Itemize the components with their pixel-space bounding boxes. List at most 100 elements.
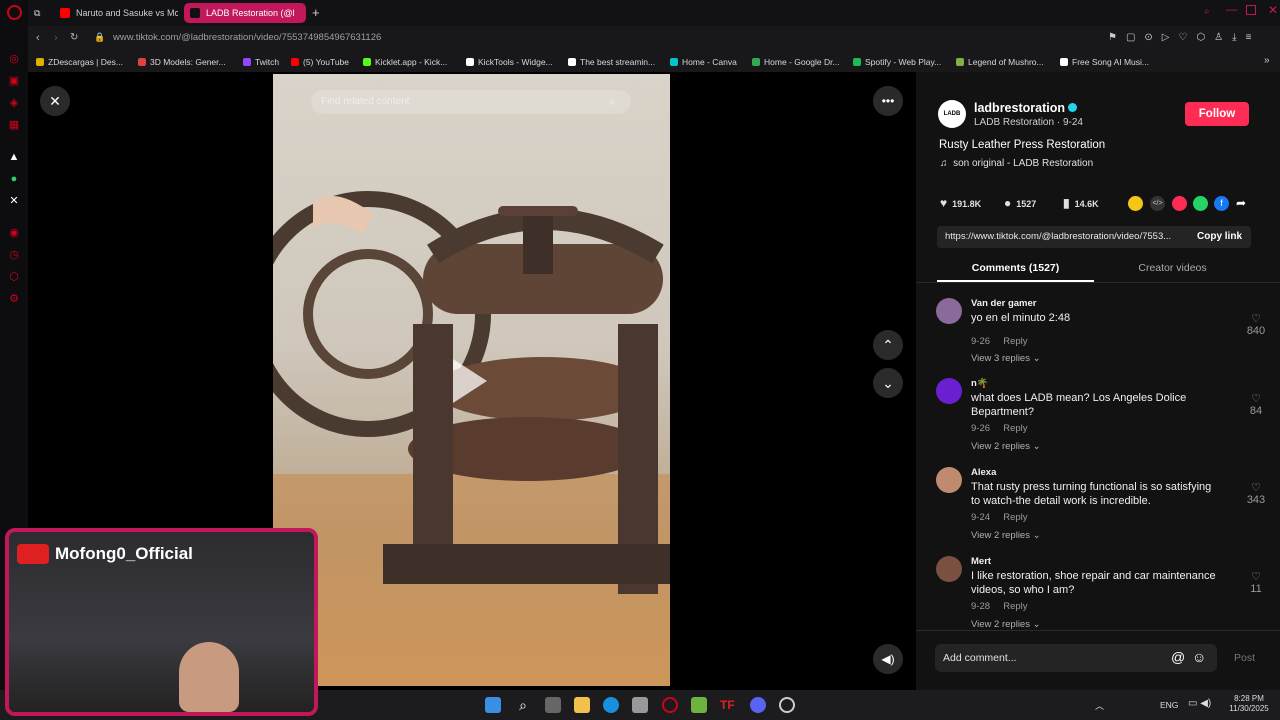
opera-gx-icon[interactable] — [662, 697, 678, 713]
mention-icon[interactable]: @ — [1171, 649, 1185, 665]
bookmark-item[interactable]: Legend of Mushro... — [956, 55, 1044, 69]
file-explorer-icon[interactable] — [574, 697, 590, 713]
sound-link[interactable]: ♫ son original - LADB Restoration — [940, 158, 1093, 169]
comment-input[interactable]: Add comment... @ ☺ — [935, 644, 1217, 672]
view-replies-button[interactable]: View 2 replies ⌄ — [971, 619, 1041, 630]
comment-author[interactable]: Van der gamer — [971, 298, 1036, 309]
edge-icon[interactable] — [603, 697, 619, 713]
sidebar-x-icon[interactable]: ✕ — [7, 194, 21, 208]
share-arrow-icon[interactable]: ➦ — [1236, 196, 1246, 210]
reload-button[interactable]: ↻ — [70, 32, 78, 43]
avatar[interactable] — [936, 556, 962, 582]
bookmarks-more-icon[interactable]: » — [1264, 55, 1270, 66]
opera-logo-icon[interactable] — [7, 5, 22, 20]
windows-start-icon[interactable] — [485, 697, 501, 713]
share-tiktok-icon[interactable] — [1172, 196, 1187, 211]
bookmark-item[interactable]: The best streamin... — [568, 55, 655, 69]
task-view-icon[interactable] — [545, 697, 561, 713]
sidebar-settings-icon[interactable]: ⚙ — [7, 292, 21, 306]
bookmark-item[interactable]: Home - Canva — [670, 55, 737, 69]
sidebar-shield-icon[interactable]: ◈ — [7, 96, 21, 110]
bookmark-item[interactable]: 3D Models: Gener... — [138, 55, 226, 69]
url-field[interactable]: www.tiktok.com/@ladbrestoration/video/75… — [113, 32, 381, 43]
share-emoji-icon[interactable] — [1128, 196, 1143, 211]
save-button[interactable]: ▮ 14.6K — [1063, 196, 1099, 210]
tray-chevron-icon[interactable]: ︿ — [1095, 699, 1104, 712]
video-player[interactable]: Find related content ⌕ — [273, 74, 670, 686]
bookmark-item[interactable]: Free Song AI Musi... — [1060, 55, 1149, 69]
sidebar-extension-icon[interactable]: ⬡ — [7, 270, 21, 284]
close-video-button[interactable]: ✕ — [40, 86, 70, 116]
close-window-button[interactable]: ✕ — [1268, 3, 1278, 17]
view-replies-button[interactable]: View 2 replies ⌄ — [971, 441, 1041, 452]
emoji-icon[interactable]: ☺ — [1192, 649, 1206, 665]
comment-button[interactable]: ● 1527 — [1004, 196, 1036, 210]
reply-button[interactable]: Reply — [1003, 512, 1027, 523]
maximize-button[interactable] — [1246, 5, 1256, 15]
next-video-button[interactable]: ⌄ — [873, 368, 903, 398]
whatsapp-icon[interactable] — [1193, 196, 1208, 211]
forward-button[interactable]: › — [54, 32, 58, 44]
store-icon[interactable] — [632, 697, 648, 713]
previous-video-button[interactable]: ⌃ — [873, 330, 903, 360]
creator-avatar[interactable]: LADB — [938, 100, 966, 128]
minimize-button[interactable]: — — [1226, 4, 1237, 16]
network-icon[interactable]: ▭ ◀) — [1188, 698, 1211, 709]
copy-link-button[interactable]: Copy link — [1197, 231, 1242, 242]
tf-icon[interactable]: TF — [720, 697, 736, 713]
search-tabs-icon[interactable]: ⌕ — [1204, 6, 1210, 17]
tab-naruto[interactable]: Naruto and Sasuke vs Mc — [54, 3, 178, 23]
back-button[interactable]: ‹ — [36, 32, 40, 44]
play-icon[interactable] — [453, 359, 487, 403]
tab-comments[interactable]: Comments (1527) — [937, 262, 1094, 274]
sidebar-kick-icon[interactable]: ▲ — [7, 150, 21, 164]
volume-button[interactable]: ◀) — [873, 644, 903, 674]
new-tab-button[interactable]: + — [312, 3, 326, 23]
sidebar-bag-icon[interactable]: ▣ — [7, 74, 21, 88]
reply-button[interactable]: Reply — [1003, 336, 1027, 347]
app-icon[interactable] — [779, 697, 795, 713]
comment-author[interactable]: Alexa — [971, 467, 996, 478]
bookmark-item[interactable]: KickTools - Widge... — [466, 55, 553, 69]
sidebar-circle-icon[interactable]: ◉ — [7, 226, 21, 240]
toolbar-icons[interactable]: ⚑▢⊙▷♡⬡♙⤓≡ — [1108, 32, 1260, 43]
tab-menu-icon[interactable]: ⧉ — [34, 3, 48, 23]
reply-button[interactable]: Reply — [1003, 601, 1027, 612]
sidebar-whatsapp-icon[interactable]: ● — [7, 172, 21, 186]
facebook-icon[interactable]: f — [1214, 196, 1229, 211]
more-options-button[interactable]: ••• — [873, 86, 903, 116]
avatar[interactable] — [936, 298, 962, 324]
creator-username[interactable]: ladbrestoration — [974, 101, 1078, 115]
comment-author[interactable]: n🌴 — [971, 378, 989, 389]
app-icon[interactable] — [691, 697, 707, 713]
clock[interactable]: 8:28 PM 11/30/2025 — [1224, 694, 1274, 714]
bookmark-item[interactable]: Kicklet.app - Kick... — [363, 55, 447, 69]
sidebar-history-icon[interactable]: ◷ — [7, 248, 21, 262]
like-button[interactable]: ♥ 191.8K — [940, 196, 981, 210]
bookmark-item[interactable]: (5) YouTube — [291, 55, 349, 69]
post-comment-button[interactable]: Post — [1234, 652, 1255, 664]
language-indicator[interactable]: ENG — [1160, 700, 1178, 710]
view-replies-button[interactable]: View 3 replies ⌄ — [971, 353, 1041, 364]
discord-icon[interactable] — [750, 697, 766, 713]
avatar[interactable] — [936, 467, 962, 493]
comment-like-button[interactable]: ♡ 343 — [1241, 481, 1271, 506]
bookmark-item[interactable]: Home - Google Dr... — [752, 55, 840, 69]
reply-button[interactable]: Reply — [1003, 423, 1027, 434]
tab-creator-videos[interactable]: Creator videos — [1094, 262, 1251, 274]
post-link[interactable]: https://www.tiktok.com/@ladbrestoration/… — [945, 231, 1171, 242]
comment-like-button[interactable]: ♡ 84 — [1241, 392, 1271, 417]
avatar[interactable] — [936, 378, 962, 404]
search-icon[interactable]: ⌕ — [515, 697, 531, 713]
tab-tiktok[interactable]: LADB Restoration (@l — [184, 3, 306, 23]
bookmark-item[interactable]: Twitch — [243, 55, 279, 69]
embed-icon[interactable]: </> — [1150, 196, 1165, 211]
sidebar-messenger-icon[interactable]: ▦ — [7, 118, 21, 132]
comment-author[interactable]: Mert — [971, 556, 991, 567]
bookmark-item[interactable]: ZDescargas | Des... — [36, 55, 123, 69]
comment-like-button[interactable]: ♡ 11 — [1241, 570, 1271, 595]
search-icon[interactable]: ⌕ — [609, 94, 616, 109]
follow-button[interactable]: Follow — [1185, 102, 1249, 126]
sidebar-aria-icon[interactable]: ◎ — [7, 52, 21, 66]
view-replies-button[interactable]: View 2 replies ⌄ — [971, 530, 1041, 541]
